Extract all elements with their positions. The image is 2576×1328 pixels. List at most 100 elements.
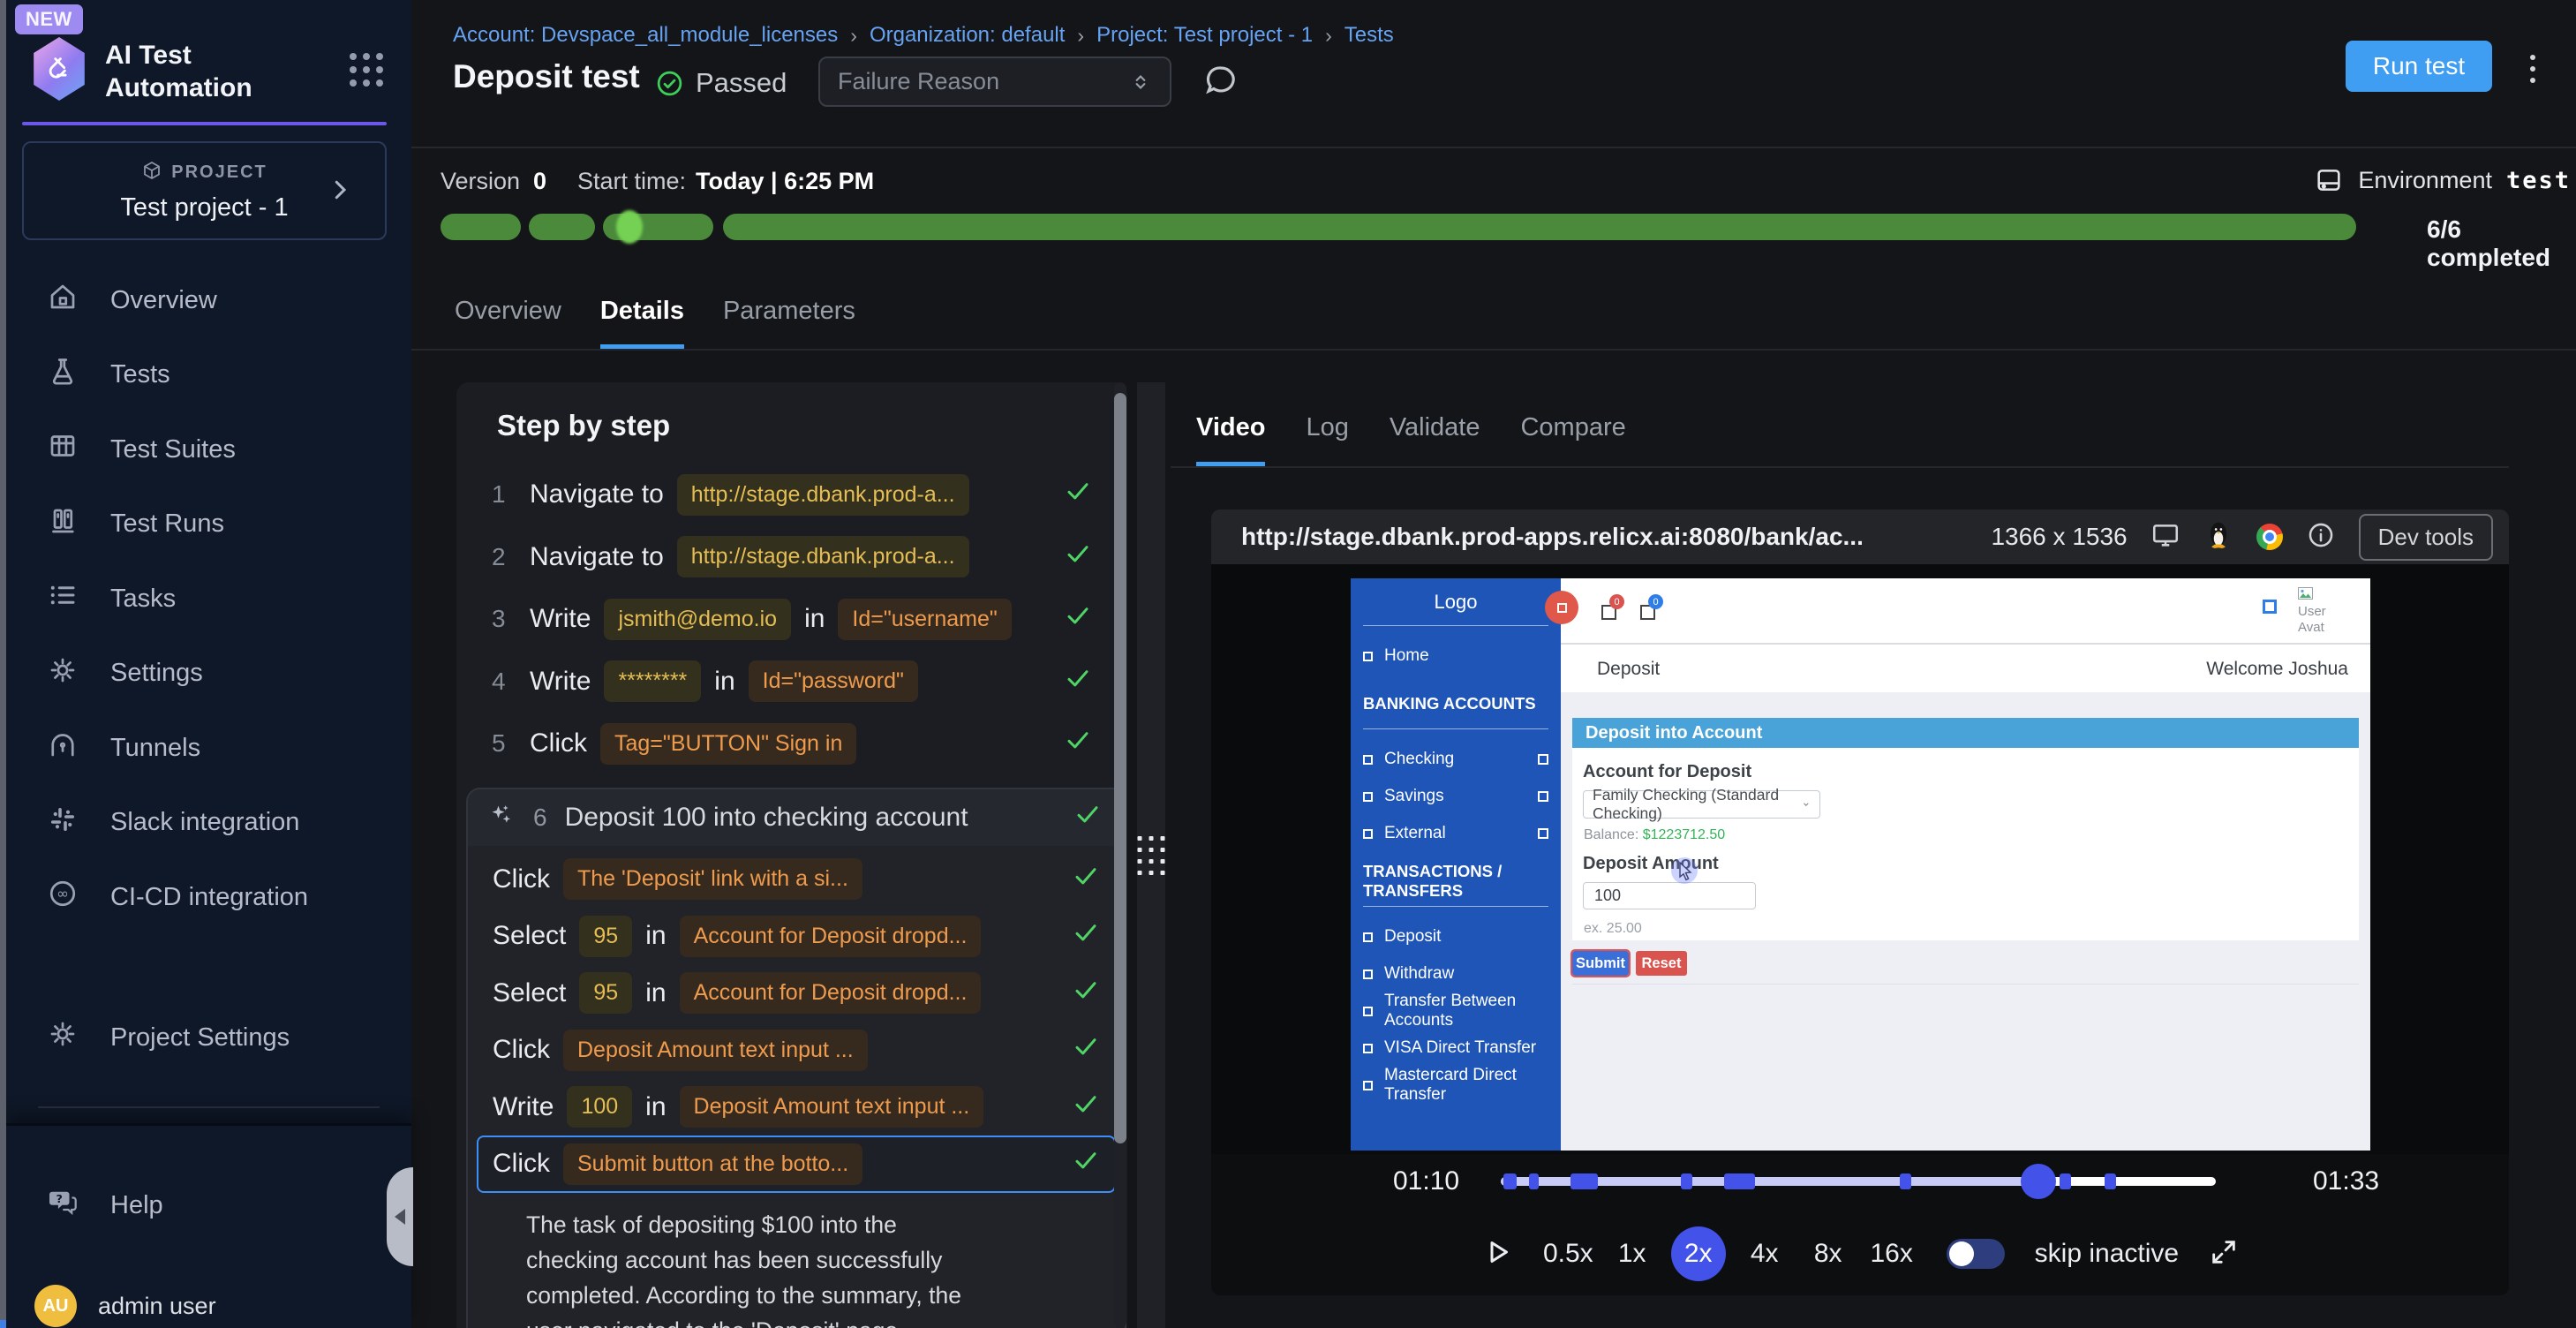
- breadcrumb-link[interactable]: Organization: default: [870, 23, 1065, 48]
- speed-4x[interactable]: 4x: [1740, 1226, 1789, 1281]
- substep-row[interactable]: Select95inAccount for Deposit dropd...: [477, 908, 1116, 965]
- app-logo-icon[interactable]: [31, 37, 87, 101]
- timeline-event-marker[interactable]: [1503, 1173, 1517, 1189]
- bank-nav-item[interactable]: Deposit: [1351, 918, 1561, 955]
- bank-nav-item[interactable]: Home: [1351, 638, 1561, 675]
- timeline-event-marker[interactable]: [1681, 1173, 1692, 1189]
- info-icon[interactable]: [2306, 520, 2336, 555]
- step-row[interactable]: 1Navigate tohttp://stage.dbank.prod-a...: [492, 464, 1092, 526]
- video-tab-validate[interactable]: Validate: [1390, 413, 1480, 466]
- timeline-event-marker[interactable]: [1529, 1173, 1539, 1189]
- step-row[interactable]: 2Navigate tohttp://stage.dbank.prod-a...: [492, 526, 1092, 589]
- timeline-event-marker[interactable]: [2060, 1173, 2071, 1189]
- step-row[interactable]: 3Writejsmith@demo.ioinId="username": [492, 588, 1092, 651]
- timeline-event-marker[interactable]: [1570, 1173, 1598, 1189]
- step-target-chip[interactable]: Id="username": [838, 599, 1011, 640]
- speed-1x[interactable]: 1x: [1608, 1226, 1657, 1281]
- sidebar-item-overview[interactable]: Overview: [6, 263, 411, 338]
- bank-reset-button[interactable]: Reset: [1636, 951, 1687, 976]
- video-stage[interactable]: Logo HomeBANKING ACCOUNTSCheckingSavings…: [1211, 564, 2509, 1154]
- steps-scrollbar-thumb[interactable]: [1114, 393, 1126, 1143]
- step-target-chip[interactable]: http://stage.dbank.prod-a...: [677, 536, 969, 577]
- bank-nav-item[interactable]: VISA Direct Transfer: [1351, 1030, 1561, 1067]
- more-actions-button[interactable]: [2527, 51, 2539, 87]
- timeline-scrubber[interactable]: [2021, 1164, 2056, 1199]
- sidebar-item-help[interactable]: ?Help: [6, 1168, 411, 1243]
- bank-nav-item[interactable]: Savings: [1351, 778, 1561, 815]
- skip-inactive-toggle[interactable]: [1947, 1239, 2005, 1269]
- speed-0.5x[interactable]: 0.5x: [1543, 1226, 1593, 1281]
- step-target-chip[interactable]: ********: [604, 660, 701, 702]
- step-target-chip[interactable]: jsmith@demo.io: [604, 599, 791, 640]
- timeline-event-marker[interactable]: [1900, 1173, 1911, 1189]
- sidebar-collapse-handle[interactable]: [387, 1167, 413, 1266]
- timeline-event-marker[interactable]: [1724, 1173, 1755, 1189]
- sidebar-item-settings[interactable]: Settings: [6, 637, 411, 712]
- breadcrumb-link[interactable]: Account: Devspace_all_module_licenses: [453, 23, 838, 48]
- sidebar-item-tunnels[interactable]: Tunnels: [6, 711, 411, 786]
- devtools-button[interactable]: Dev tools: [2359, 514, 2493, 561]
- substep-row[interactable]: ClickThe 'Deposit' link with a si...: [477, 851, 1116, 909]
- sidebar-item-tasks[interactable]: Tasks: [6, 562, 411, 637]
- speed-2x[interactable]: 2x: [1671, 1226, 1726, 1281]
- tab-parameters[interactable]: Parameters: [723, 297, 855, 349]
- substep-row-selected[interactable]: ClickSubmit button at the botto...: [477, 1136, 1116, 1193]
- bank-nav-item[interactable]: External: [1351, 815, 1561, 852]
- video-tab-video[interactable]: Video: [1196, 413, 1265, 466]
- bank-nav-item[interactable]: Mastercard Direct Transfer: [1351, 1067, 1561, 1104]
- breadcrumb-link[interactable]: Project: Test project - 1: [1096, 23, 1313, 48]
- speed-16x[interactable]: 16x: [1867, 1226, 1917, 1281]
- bank-topbar-icon[interactable]: [2263, 600, 2277, 614]
- substep-row[interactable]: Select95inAccount for Deposit dropd...: [477, 965, 1116, 1022]
- step-target-chip[interactable]: Account for Deposit dropd...: [680, 972, 982, 1014]
- sidebar-item-test-suites[interactable]: Test Suites: [6, 412, 411, 487]
- bank-nav-item[interactable]: Withdraw: [1351, 955, 1561, 992]
- sidebar-item-ci-cd-integration[interactable]: ∞CI-CD integration: [6, 860, 411, 935]
- fullscreen-button[interactable]: [2209, 1237, 2239, 1271]
- panel-resize-handle[interactable]: [1137, 382, 1165, 1328]
- bank-submit-button[interactable]: Submit: [1572, 951, 1629, 976]
- timeline-event-marker[interactable]: [2105, 1173, 2116, 1189]
- sidebar-item-test-runs[interactable]: Test Runs: [6, 487, 411, 562]
- bank-nav-item[interactable]: Checking: [1351, 741, 1561, 778]
- comment-button[interactable]: [1202, 62, 1239, 103]
- step-target-chip[interactable]: Deposit Amount text input ...: [680, 1086, 984, 1128]
- step-target-chip[interactable]: 95: [579, 916, 632, 957]
- tab-overview[interactable]: Overview: [455, 297, 561, 349]
- sidebar-item-slack-integration[interactable]: Slack integration: [6, 786, 411, 861]
- speed-8x[interactable]: 8x: [1804, 1226, 1853, 1281]
- bank-nav-item[interactable]: Transfer Between Accounts: [1351, 992, 1561, 1030]
- play-button[interactable]: [1481, 1236, 1513, 1272]
- run-test-button[interactable]: Run test: [2346, 41, 2492, 92]
- steps-scrollbar[interactable]: [1114, 382, 1126, 1328]
- step-row[interactable]: 4Write********inId="password": [492, 651, 1092, 713]
- step-target-chip[interactable]: The 'Deposit' link with a si...: [563, 858, 862, 900]
- substep-row[interactable]: Write100inDeposit Amount text input ...: [477, 1079, 1116, 1136]
- breadcrumb-link[interactable]: Tests: [1344, 23, 1394, 48]
- sidebar-item-project-settings[interactable]: Project Settings: [6, 1000, 411, 1075]
- step-target-chip[interactable]: 95: [579, 972, 632, 1014]
- failure-reason-select[interactable]: Failure Reason: [818, 57, 1171, 107]
- step-target-chip[interactable]: 100: [567, 1086, 632, 1128]
- step-target-chip[interactable]: http://stage.dbank.prod-a...: [677, 474, 969, 516]
- video-tab-compare[interactable]: Compare: [1520, 413, 1625, 466]
- step-target-chip[interactable]: Deposit Amount text input ...: [563, 1030, 868, 1071]
- step-target-chip[interactable]: Tag="BUTTON" Sign in: [600, 723, 856, 765]
- step-target-chip[interactable]: Submit button at the botto...: [563, 1143, 862, 1185]
- timeline-track[interactable]: [1501, 1177, 2216, 1186]
- step-group-header[interactable]: 6 Deposit 100 into checking account: [468, 789, 1125, 846]
- step-target-chip[interactable]: Account for Deposit dropd...: [680, 916, 982, 957]
- substep-row[interactable]: ClickDeposit Amount text input ...: [477, 1022, 1116, 1079]
- user-menu[interactable]: AU admin user: [34, 1285, 216, 1327]
- deposit-amount-input[interactable]: 100: [1583, 882, 1756, 909]
- sidebar-item-tests[interactable]: Tests: [6, 338, 411, 413]
- account-for-deposit-select[interactable]: Family Checking (Standard Checking): [1583, 790, 1820, 819]
- bank-messages-icon[interactable]: 0: [1601, 605, 1616, 620]
- step-target-chip[interactable]: Id="password": [749, 660, 918, 702]
- video-tab-log[interactable]: Log: [1306, 413, 1348, 466]
- tab-details[interactable]: Details: [600, 297, 684, 349]
- bank-alerts-icon[interactable]: 0: [1640, 605, 1655, 620]
- step-row[interactable]: 5ClickTag="BUTTON" Sign in: [492, 713, 1092, 775]
- project-switcher[interactable]: PROJECT Test project - 1: [22, 141, 387, 240]
- apps-grid-icon[interactable]: [350, 53, 383, 87]
